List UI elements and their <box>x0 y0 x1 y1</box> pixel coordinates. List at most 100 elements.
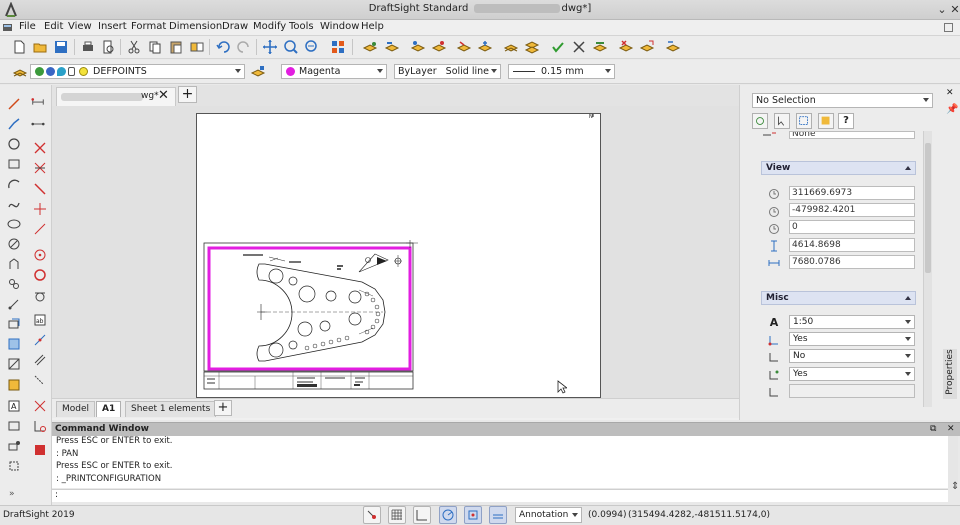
view-width-field[interactable]: 7680.0786 <box>789 255 915 269</box>
spline-tool-icon[interactable] <box>7 197 21 211</box>
pan-icon[interactable] <box>262 39 278 55</box>
panel-close-icon[interactable]: ✕ <box>946 88 954 98</box>
attach-tool-icon[interactable] <box>7 439 21 453</box>
nearest-snap-icon[interactable] <box>33 333 47 347</box>
break-tool-icon[interactable] <box>33 202 47 216</box>
text-tool-icon[interactable]: A <box>7 399 21 413</box>
ortho-toggle-icon[interactable] <box>413 506 431 524</box>
lineweight-dropdown[interactable]: 0.15 mm <box>508 64 615 79</box>
circle-tool-icon[interactable] <box>7 137 21 151</box>
grid-toggle-icon[interactable] <box>388 506 406 524</box>
layer-isolate-icon[interactable] <box>410 39 426 55</box>
zoom-previous-icon[interactable] <box>304 39 320 55</box>
dimension-linear-icon[interactable] <box>31 95 47 109</box>
properties-side-tab[interactable]: Properties <box>943 349 957 399</box>
new-tab-button[interactable]: + <box>178 86 197 103</box>
view-group-header[interactable]: View <box>761 161 916 175</box>
menu-file[interactable]: File <box>19 21 36 32</box>
toggle-pickadd-icon[interactable] <box>796 113 812 129</box>
extension-snap-icon[interactable] <box>33 374 47 388</box>
tab-sheet-1-elements[interactable]: Sheet 1 elements <box>125 401 217 417</box>
frame-tool-icon[interactable] <box>7 459 21 473</box>
layer-lock-icon[interactable] <box>503 39 519 55</box>
layer-dropdown[interactable]: DEFPOINTS <box>30 64 245 79</box>
snap-toggle-icon[interactable] <box>363 506 381 524</box>
linestyle-dropdown[interactable]: ByLayer Solid line <box>394 64 501 79</box>
app-menu-icon[interactable] <box>2 22 13 33</box>
selection-dropdown[interactable]: No Selection <box>752 93 933 108</box>
select-objects-icon[interactable] <box>774 113 790 129</box>
extend-tool-icon[interactable] <box>33 182 47 196</box>
view-center-z-field[interactable]: 0 <box>789 220 915 234</box>
layer-match-icon[interactable] <box>592 39 608 55</box>
gradient-tool-icon[interactable] <box>7 357 21 371</box>
menu-draw[interactable]: Draw <box>222 21 248 32</box>
ucs-name-field[interactable] <box>789 384 915 398</box>
menu-dimension[interactable]: Dimension <box>169 21 222 32</box>
snap-clear-icon[interactable] <box>33 399 47 413</box>
image-tool-icon[interactable] <box>7 419 21 433</box>
parallel-snap-icon[interactable] <box>33 353 47 367</box>
ucs-on-dropdown[interactable]: Yes <box>789 332 915 346</box>
scrollbar-thumb[interactable] <box>925 143 931 273</box>
close-command-window-icon[interactable]: ✕ <box>947 424 955 434</box>
layer-delete-icon[interactable] <box>618 39 634 55</box>
etrack-toggle-icon[interactable] <box>489 506 507 524</box>
top-property-field[interactable]: None <box>789 131 915 139</box>
zoom-window-icon[interactable] <box>283 39 299 55</box>
menu-insert[interactable]: Insert <box>98 21 127 32</box>
menu-help[interactable]: Help <box>361 21 384 32</box>
copy-icon[interactable] <box>147 39 163 55</box>
quadrant-snap-icon[interactable] <box>33 268 47 282</box>
cut-icon[interactable] <box>126 39 142 55</box>
line-tool-icon[interactable] <box>7 97 21 111</box>
select-similar-icon[interactable] <box>818 113 834 129</box>
float-icon[interactable]: ⧉ <box>930 424 936 434</box>
fillet-tool-icon[interactable] <box>33 222 47 236</box>
dimension-aligned-icon[interactable] <box>31 117 47 131</box>
redo-icon[interactable] <box>236 39 252 55</box>
annotation-dropdown[interactable]: Annotation <box>515 507 582 523</box>
color-dropdown[interactable]: Magenta <box>281 64 387 79</box>
ellipse-tool-icon[interactable] <box>7 217 21 231</box>
checkmark-icon[interactable] <box>550 39 566 55</box>
snap-off-icon[interactable] <box>33 443 47 457</box>
insert-snap-icon[interactable]: ab <box>33 313 47 327</box>
trim-tool-icon[interactable] <box>33 161 47 175</box>
tab-a1[interactable]: A1 <box>96 401 122 417</box>
hatch-tool-icon[interactable] <box>7 237 21 251</box>
save-icon[interactable] <box>53 39 69 55</box>
polyline-tool-icon[interactable] <box>7 117 21 131</box>
tangent-snap-icon[interactable] <box>33 289 47 303</box>
esnap-toggle-icon[interactable] <box>464 506 482 524</box>
arc-tool-icon[interactable] <box>7 177 21 191</box>
more-tools-chevron-icon[interactable]: » <box>9 489 15 499</box>
resize-grip-icon[interactable]: ⇕ <box>951 481 959 492</box>
annotation-scale-dropdown[interactable]: 1:50 <box>789 315 915 329</box>
insert-block-icon[interactable] <box>7 378 21 392</box>
paste-special-icon[interactable] <box>189 39 205 55</box>
help-button[interactable]: ? <box>838 113 854 129</box>
pin-icon[interactable]: 📌 <box>946 104 958 115</box>
menu-format[interactable]: Format <box>131 21 166 32</box>
snap-settings-icon[interactable] <box>33 419 47 433</box>
ucs-viewport-dropdown[interactable]: Yes <box>789 367 915 381</box>
layer-translate-icon[interactable] <box>665 39 681 55</box>
chevron-down-icon[interactable]: ⌄ <box>935 3 949 17</box>
wipeout-tool-icon[interactable] <box>7 257 21 271</box>
layer-manager-icon[interactable] <box>12 64 28 80</box>
layer-copy-icon[interactable] <box>639 39 655 55</box>
tab-model[interactable]: Model <box>56 401 96 417</box>
rectangle-tool-icon[interactable] <box>7 157 21 171</box>
table-tool-icon[interactable] <box>7 337 21 351</box>
new-file-icon[interactable] <box>11 39 27 55</box>
misc-group-header[interactable]: Misc <box>761 291 916 305</box>
layer-previous-icon[interactable] <box>384 39 400 55</box>
add-layout-button[interactable]: + <box>214 400 232 416</box>
polar-toggle-icon[interactable] <box>439 506 457 524</box>
menu-modify[interactable]: Modify <box>253 21 286 32</box>
layer-walk-icon[interactable] <box>571 39 587 55</box>
view-center-x-field[interactable]: 311669.6973 <box>789 186 915 200</box>
properties-scrollbar[interactable] <box>923 131 932 407</box>
layer-state-icon[interactable] <box>250 64 266 80</box>
